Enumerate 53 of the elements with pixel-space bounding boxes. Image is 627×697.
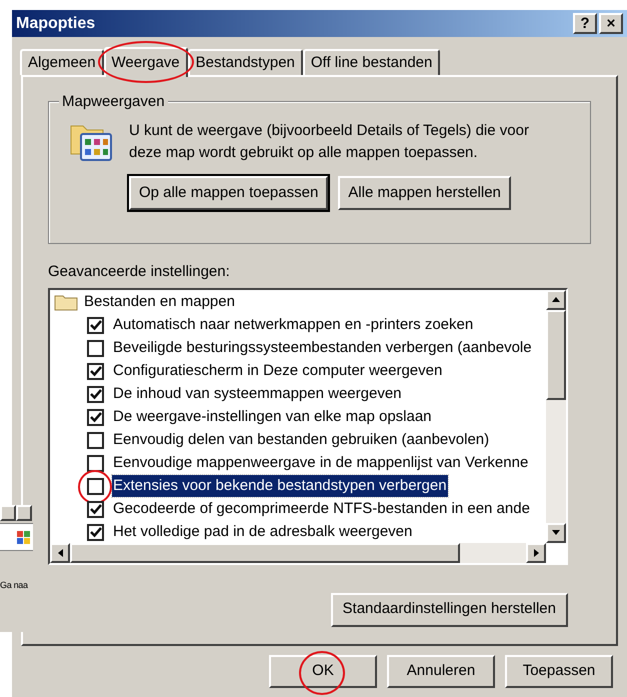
setting-item[interactable]: Extensies voor bekende bestandstypen verbergen [112, 474, 448, 498]
tab[interactable]: Weergave [104, 47, 188, 77]
window-title: Mapopties [16, 14, 96, 34]
checked-checkbox[interactable] [87, 386, 104, 402]
scroll-down-button[interactable] [546, 522, 566, 542]
setting-item[interactable]: Gecodeerde of gecomprimeerde NTFS-bestanden in een ande [112, 498, 531, 520]
minimize-button[interactable] [0, 505, 16, 521]
tab[interactable]: Algemeen [20, 49, 104, 75]
setting-item[interactable]: Configuratiescherm in Deze computer weergeven [112, 360, 444, 382]
setting-item[interactable]: De weergave-instellingen van elke map opslaan [112, 406, 433, 428]
setting-item[interactable]: Het volledige pad in de adresbalk weergeven [112, 520, 414, 542]
down-arrow-icon [552, 530, 560, 535]
horizontal-scrollbar[interactable] [50, 542, 546, 562]
folder-icon [54, 293, 78, 311]
vertical-scrollbar[interactable] [546, 290, 566, 542]
go-button[interactable]: Ga naa [0, 579, 33, 592]
category-label: Bestanden en mappen [84, 292, 235, 312]
description-text: U kunt de weergave (bijvoorbeeld Details of Tegels) die voor deze map wordt gebruikt op alle mappen toepassen. [129, 121, 530, 163]
maximize-button[interactable] [16, 505, 32, 521]
scroll-left-button[interactable] [50, 542, 70, 562]
dialog-button[interactable]: OK [269, 655, 377, 688]
scroll-thumb[interactable] [70, 542, 460, 562]
dialog-button[interactable]: Annuleren [387, 655, 495, 688]
up-arrow-icon [552, 297, 560, 302]
setting-item[interactable]: Beveiligde besturingssysteembestanden verbergen (aanbevole [112, 336, 533, 360]
left-arrow-icon [58, 548, 62, 556]
dialog-button[interactable]: Toepassen [505, 655, 613, 688]
checkbox[interactable] [87, 432, 104, 448]
checked-checkbox[interactable] [87, 408, 104, 426]
setting-item[interactable]: Eenvoudige mappenweergave in de mappenlijst van Verkenne [112, 452, 530, 474]
checkbox[interactable] [87, 478, 104, 494]
tab[interactable]: Bestandstypen [188, 49, 303, 75]
action-button[interactable]: Op alle mappen toepassen [129, 176, 328, 210]
checkbox[interactable] [87, 454, 104, 472]
scroll-right-button[interactable] [526, 542, 546, 562]
section-label: Geavanceerde instellingen: [48, 262, 231, 282]
action-button[interactable]: Alle mappen herstellen [338, 176, 511, 210]
setting-item[interactable]: Automatisch naar netwerkmappen en -printers zoeken [112, 314, 474, 336]
right-arrow-icon [534, 548, 538, 556]
checked-checkbox[interactable] [87, 500, 104, 518]
scroll-thumb[interactable] [546, 310, 566, 400]
close-button[interactable]: × [599, 13, 623, 34]
checkbox[interactable] [87, 340, 104, 356]
restore-defaults-button[interactable]: Standaardinstellingen herstellen [330, 592, 568, 626]
help-button[interactable]: ? [573, 13, 597, 34]
scroll-up-button[interactable] [546, 290, 566, 310]
setting-item[interactable]: De inhoud van systeemmappen weergeven [112, 382, 403, 406]
setting-item[interactable]: Eenvoudig delen van bestanden gebruiken (aanbevolen) [112, 428, 490, 452]
tab[interactable]: Off line bestanden [302, 49, 440, 75]
checked-checkbox[interactable] [87, 362, 104, 380]
checked-checkbox[interactable] [87, 316, 104, 334]
checked-checkbox[interactable] [87, 524, 104, 540]
windows-logo-icon [17, 529, 31, 545]
